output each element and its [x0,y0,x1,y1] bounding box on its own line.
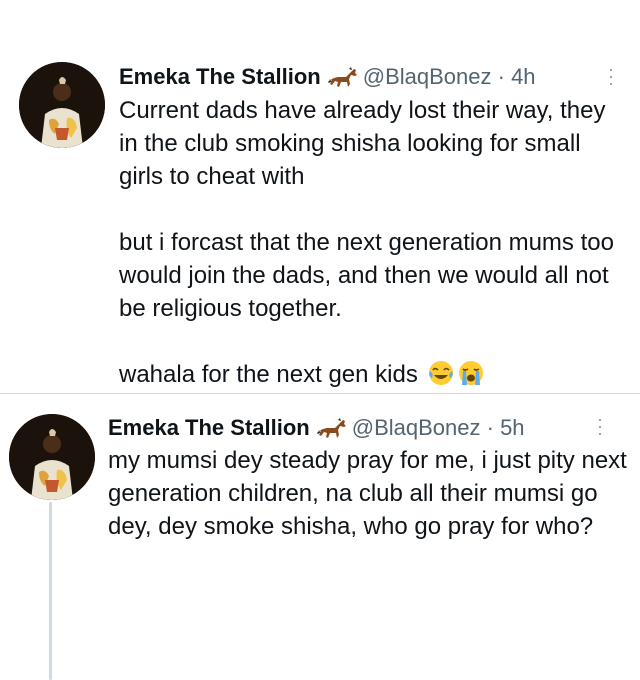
tweet[interactable]: Emeka The Stallion @BlaqBonez · 5h · · · m… [0,394,640,680]
tweet-paragraph: Current dads have already lost their way… [119,97,606,190]
tweet-header: Emeka The Stallion @BlaqBonez · 5h [108,415,525,441]
more-options-icon[interactable]: · · · [590,410,610,442]
separator: · [497,64,505,89]
avatar[interactable] [19,62,105,148]
loudly-crying-face-emoji [458,361,483,385]
face-with-tears-of-joy-emoji [428,361,453,385]
horse-emoji [316,418,346,438]
tweet-paragraph: but i forcast that the next generation m… [119,229,614,322]
avatar-photo [19,62,105,148]
display-name[interactable]: Emeka The Stallion [119,64,321,89]
timestamp[interactable]: 4h [511,64,535,89]
tweet-paragraph: my mumsi dey steady pray for me, i just … [108,447,627,540]
avatar[interactable] [9,414,95,500]
user-handle[interactable]: @BlaqBonez [352,415,481,440]
tweet-paragraph: wahala for the next gen kids [119,361,418,388]
separator: · [486,415,494,440]
avatar-photo [9,414,95,500]
horse-emoji [327,67,357,87]
more-options-icon[interactable]: · · · [601,60,621,92]
tweet-header: Emeka The Stallion @BlaqBonez · 4h [119,64,536,90]
display-name[interactable]: Emeka The Stallion [108,415,310,440]
tweet-text: my mumsi dey steady pray for me, i just … [108,444,628,543]
user-handle[interactable]: @BlaqBonez [363,64,492,89]
tweet-text: Current dads have already lost their way… [119,94,624,391]
thread-line [49,502,52,680]
tweet[interactable]: Emeka The Stallion @BlaqBonez · 4h · · · C… [0,0,640,394]
timestamp[interactable]: 5h [500,415,524,440]
